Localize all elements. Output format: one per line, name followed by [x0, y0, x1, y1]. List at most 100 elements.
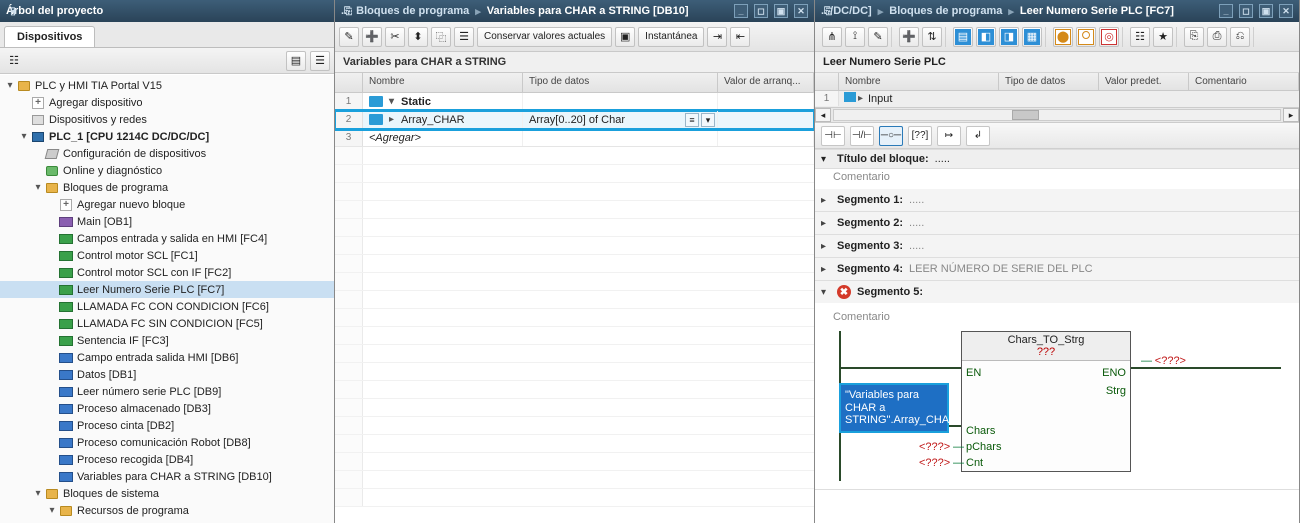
cut-button[interactable]: ✂ [385, 27, 405, 47]
col-type[interactable]: Tipo de datos [523, 73, 718, 92]
tree-node[interactable]: +Agregar dispositivo [0, 94, 334, 111]
interface-row-input[interactable]: 1 ▸ Input [815, 91, 1299, 107]
tree-node[interactable]: Online y diagnóstico [0, 162, 334, 179]
lad-tool-1[interactable]: ⋔ [822, 27, 842, 47]
lad-tool-7[interactable]: ◧ [976, 27, 996, 47]
strg-value[interactable]: <???> [1155, 355, 1186, 367]
load-start-button[interactable]: ⇥ [707, 27, 727, 47]
twisty-icon[interactable]: ▾ [389, 96, 401, 107]
tree-node[interactable]: LLAMADA FC SIN CONDICION [FC5] [0, 315, 334, 332]
lad-tool-14[interactable]: ⎘ [1184, 27, 1204, 47]
tree-node[interactable]: Main [OB1] [0, 213, 334, 230]
close-button[interactable]: ✕ [1279, 4, 1293, 18]
grid-row[interactable]: 3<Agregar> [335, 129, 814, 147]
tree-node[interactable]: RDREC_DB [DB7] [0, 519, 334, 523]
lad-tool-15[interactable]: ⎙ [1207, 27, 1227, 47]
segment-header[interactable]: ▸Segmento 3:..... [815, 235, 1299, 257]
lad-tool-8[interactable]: ◨ [999, 27, 1019, 47]
segment-5-comment[interactable]: Comentario [833, 311, 1281, 323]
tree-node[interactable]: ▾PLC_1 [CPU 1214C DC/DC/DC] [0, 128, 334, 145]
tree-node[interactable]: Control motor SCL [FC1] [0, 247, 334, 264]
snapshot-button[interactable]: Instantánea [638, 27, 704, 47]
tree-node[interactable]: Campo entrada salida HMI [DB6] [0, 349, 334, 366]
tree-node[interactable]: Variables para CHAR a STRING [DB10] [0, 468, 334, 485]
devices-tab[interactable]: Dispositivos [4, 26, 95, 47]
col-name[interactable]: Nombre [839, 73, 999, 90]
back-icon[interactable]: ◂ [6, 4, 20, 18]
maximize-button[interactable]: ▣ [774, 4, 788, 18]
lad-tool-5[interactable]: ⇅ [922, 27, 942, 47]
lad-tool-3[interactable]: ✎ [868, 27, 888, 47]
twisty-icon[interactable]: ▾ [32, 488, 44, 499]
pin-icon[interactable]: ⎘ [821, 4, 835, 18]
twisty-icon[interactable]: ▸ [821, 264, 831, 275]
tree-node[interactable]: Proceso cinta [DB2] [0, 417, 334, 434]
tree-node[interactable]: ▾Recursos de programa [0, 502, 334, 519]
segment-header[interactable]: ▸Segmento 4:LEER NÚMERO DE SERIE DEL PLC [815, 258, 1299, 280]
block-title-row[interactable]: ▾ Título del bloque: ..... [815, 149, 1299, 169]
go-offline-button[interactable]: ⭘ [1076, 27, 1096, 47]
pchars-value[interactable]: <???> [919, 441, 950, 453]
segment-header[interactable]: ▸Segmento 2:..... [815, 212, 1299, 234]
tree-list-toggle[interactable]: ☰ [310, 51, 330, 71]
ladder-network[interactable]: Chars_TO_Strg ??? EN ENO Chars pChars Cn… [839, 331, 1281, 481]
tree-node[interactable]: Configuración de dispositivos [0, 145, 334, 162]
twisty-icon[interactable]: ▸ [821, 218, 831, 229]
lad-tool-9[interactable]: ▦ [1022, 27, 1042, 47]
col-type[interactable]: Tipo de datos [999, 73, 1099, 90]
tree-filter-button[interactable]: ☷ [4, 51, 24, 71]
type-dropdown-button[interactable]: ▾ [701, 113, 715, 127]
tree-node[interactable]: Sentencia IF [FC3] [0, 332, 334, 349]
breadcrumb-folder[interactable]: Bloques de programa [356, 5, 469, 17]
close-button[interactable]: ✕ [794, 4, 808, 18]
chars-to-strg-block[interactable]: Chars_TO_Strg ??? EN ENO Chars pChars Cn… [961, 331, 1131, 472]
type-picker-button[interactable]: ≡ [685, 113, 699, 127]
breadcrumb-folder[interactable]: Bloques de programa [889, 5, 1002, 17]
insert-button[interactable]: ➕ [362, 27, 382, 47]
tree-view-toggle[interactable]: ▤ [286, 51, 306, 71]
go-online-button[interactable]: ⬤ [1053, 27, 1073, 47]
twisty-icon[interactable]: ▸ [389, 114, 401, 125]
col-default[interactable]: Valor predet. [1099, 73, 1189, 90]
tree-node[interactable]: +Agregar nuevo bloque [0, 196, 334, 213]
twisty-icon[interactable]: ▾ [46, 505, 58, 516]
coil-button[interactable]: ─○─ [879, 126, 903, 146]
lad-tool-4[interactable]: ➕ [899, 27, 919, 47]
twisty-icon[interactable]: ▸ [821, 195, 831, 206]
tree-node[interactable]: ▾Bloques de sistema [0, 485, 334, 502]
scroll-left-icon[interactable]: ◂ [815, 108, 831, 122]
minimize-button[interactable]: _ [734, 4, 748, 18]
lad-tool-16[interactable]: ⎌ [1230, 27, 1250, 47]
network-list[interactable]: ▾ Título del bloque: ..... Comentario ▸S… [815, 149, 1299, 523]
branch-close-button[interactable]: ↲ [966, 126, 990, 146]
nc-contact-button[interactable]: ⊣/⊢ [850, 126, 874, 146]
project-tree[interactable]: ▾PLC y HMI TIA Portal V15+Agregar dispos… [0, 74, 334, 523]
branch-open-button[interactable]: ↦ [937, 126, 961, 146]
tree-node[interactable]: Leer Numero Serie PLC [FC7] [0, 281, 334, 298]
tree-node[interactable]: Campos entrada y salida en HMI [FC4] [0, 230, 334, 247]
sort-button[interactable]: ☰ [454, 27, 474, 47]
tree-node[interactable]: Datos [DB1] [0, 366, 334, 383]
tree-node[interactable]: Dispositivos y redes [0, 111, 334, 128]
cnt-value[interactable]: <???> [919, 457, 950, 469]
interface-hscroll[interactable]: ◂ ▸ [815, 107, 1299, 123]
chars-tag[interactable]: "Variables para CHAR a STRING".Array_CHA… [839, 383, 949, 433]
tree-node[interactable]: LLAMADA FC CON CONDICION [FC6] [0, 298, 334, 315]
twisty-icon[interactable]: ▾ [18, 131, 30, 142]
monitor-button[interactable]: ◎ [1099, 27, 1119, 47]
cell-type[interactable]: Array[0..20] of Char≡▾ [523, 111, 718, 128]
tree-node[interactable]: Proceso comunicación Robot [DB8] [0, 434, 334, 451]
tree-node[interactable]: Control motor SCL con IF [FC2] [0, 264, 334, 281]
twisty-icon[interactable]: ▾ [4, 80, 16, 91]
copy-button[interactable]: ⿻ [431, 27, 451, 47]
keep-actual-values-button[interactable]: Conservar valores actuales [477, 27, 612, 47]
tree-node[interactable]: Leer número serie PLC [DB9] [0, 383, 334, 400]
restore-button[interactable]: ◻ [754, 4, 768, 18]
pin-icon[interactable]: ⎘ [341, 4, 355, 18]
segment-5-header[interactable]: ▾ ✖ Segmento 5: [815, 281, 1299, 303]
lad-tool-13[interactable]: ★ [1153, 27, 1173, 47]
snapshot-icon[interactable]: ▣ [615, 27, 635, 47]
tree-node[interactable]: ▾Bloques de programa [0, 179, 334, 196]
twisty-icon[interactable]: ▾ [32, 182, 44, 193]
lad-tool-2[interactable]: ⟟ [845, 27, 865, 47]
